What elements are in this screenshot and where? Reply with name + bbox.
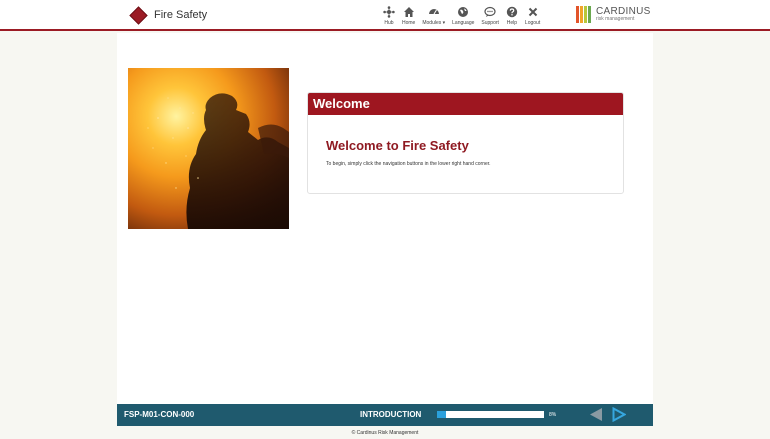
main-content: Welcome Welcome to Fire Safety To begin,… bbox=[117, 33, 653, 404]
globe-icon bbox=[458, 7, 469, 17]
previous-arrow-icon[interactable] bbox=[589, 407, 603, 422]
logo-subtitle: risk management bbox=[596, 16, 635, 22]
course-footer-bar: FSP-M01-CON-000 INTRODUCTION 8% bbox=[117, 404, 653, 426]
top-nav: Hub Home Modules ▾ Language Support Help… bbox=[383, 6, 547, 26]
nav-support[interactable]: Support bbox=[481, 6, 499, 26]
modules-icon bbox=[428, 9, 439, 15]
module-code: FSP-M01-CON-000 bbox=[124, 410, 195, 419]
section-title: INTRODUCTION bbox=[360, 410, 422, 419]
progress-bar bbox=[437, 411, 544, 418]
welcome-instructions: To begin, simply click the navigation bu… bbox=[326, 161, 491, 167]
home-icon bbox=[403, 7, 414, 17]
hub-icon bbox=[383, 6, 395, 18]
progress-label: 8% bbox=[549, 412, 557, 418]
nav-hub[interactable]: Hub bbox=[383, 6, 395, 26]
welcome-title: Welcome to Fire Safety bbox=[326, 138, 469, 153]
progress-fill bbox=[437, 411, 446, 418]
nav-language[interactable]: Language bbox=[452, 6, 474, 26]
fire-safety-logo-icon bbox=[129, 5, 148, 25]
cardinus-logo: CARDINUS risk management bbox=[576, 6, 651, 23]
top-header: Fire Safety Hub Home Modules ▾ Language … bbox=[0, 0, 770, 31]
help-icon bbox=[506, 6, 518, 18]
chat-icon bbox=[484, 6, 496, 17]
welcome-card-header: Welcome bbox=[308, 93, 623, 115]
welcome-card: Welcome Welcome to Fire Safety To begin,… bbox=[307, 92, 624, 194]
firefighter-hero-image bbox=[128, 68, 289, 229]
firefighter-silhouette bbox=[147, 93, 289, 229]
nav-modules[interactable]: Modules ▾ bbox=[422, 6, 445, 26]
course-title: Fire Safety bbox=[154, 9, 208, 21]
nav-home[interactable]: Home bbox=[402, 6, 415, 26]
close-icon bbox=[528, 7, 537, 17]
next-arrow-icon[interactable] bbox=[612, 407, 626, 422]
course-brand: Fire Safety bbox=[129, 5, 208, 25]
copyright-notice: © Cardinus Risk Management bbox=[351, 430, 419, 436]
nav-help[interactable]: Help bbox=[506, 6, 518, 26]
nav-logout[interactable]: Logout bbox=[525, 6, 540, 26]
cardinus-logo-icon bbox=[576, 6, 592, 23]
